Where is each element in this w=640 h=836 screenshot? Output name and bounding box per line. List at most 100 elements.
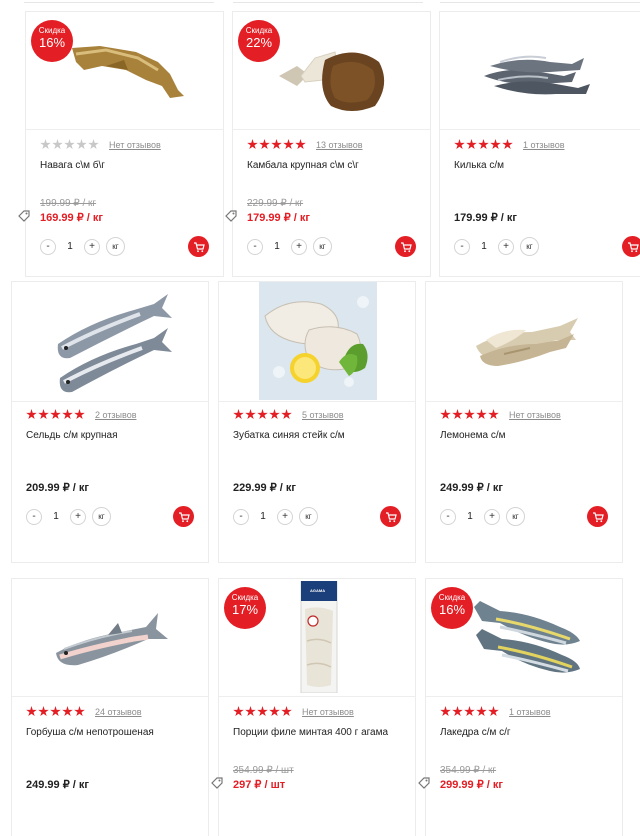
qty-plus-button[interactable]: + — [484, 508, 500, 525]
product-image[interactable] — [426, 282, 622, 402]
product-title[interactable]: Горбуша с/м непотрошеная — [26, 727, 154, 738]
product-photo-seld — [57, 294, 172, 393]
price: 299.99 ₽ / кг — [440, 779, 503, 791]
reviews-link[interactable]: Нет отзывов — [509, 410, 561, 420]
star-icon — [257, 706, 268, 717]
price: 209.99 ₽ / кг — [26, 482, 89, 494]
product-image[interactable]: Скидка 16% — [426, 579, 622, 697]
qty-minus-button[interactable]: - — [40, 238, 56, 255]
product-photo-mintay — [300, 581, 338, 693]
add-to-cart-button[interactable] — [622, 236, 640, 257]
product-title[interactable]: Зубатка синяя стейк с/м — [233, 430, 345, 441]
reviews-link[interactable]: 13 отзывов — [316, 140, 363, 150]
star-icon — [466, 139, 477, 150]
qty-minus-button[interactable]: - — [233, 508, 249, 525]
product-card[interactable]: 24 отзывов Горбуша с/м непотрошеная 249.… — [11, 578, 209, 836]
cart-icon — [592, 511, 604, 522]
unit-selector[interactable]: кг — [313, 237, 332, 256]
add-to-cart-button[interactable] — [380, 506, 401, 527]
qty-plus-button[interactable]: + — [84, 238, 100, 255]
reviews-link[interactable]: 1 отзывов — [523, 140, 565, 150]
reviews-link[interactable]: Нет отзывов — [109, 140, 161, 150]
star-icon — [259, 139, 270, 150]
unit-selector[interactable]: кг — [520, 237, 539, 256]
product-card[interactable]: Скидка 22% 13 отзывов Камбала крупная с\… — [225, 11, 431, 277]
cart-icon — [627, 241, 639, 252]
star-icon — [50, 409, 61, 420]
reviews-link[interactable]: Нет отзывов — [302, 707, 354, 717]
qty-value[interactable]: 1 — [249, 511, 277, 522]
product-title[interactable]: Навага с\м б\г — [40, 160, 105, 171]
qty-minus-button[interactable]: - — [247, 238, 263, 255]
product-card[interactable]: Скидка 16% Нет отзывов Навага с\м б\г 19… — [18, 11, 224, 277]
product-image[interactable]: Скидка 16% — [26, 12, 223, 130]
rating-stars: 1 отзывов — [454, 139, 565, 150]
star-icon — [295, 139, 306, 150]
add-to-cart-button[interactable] — [173, 506, 194, 527]
qty-value[interactable]: 1 — [42, 511, 70, 522]
product-title[interactable]: Лемонема с/м — [440, 430, 506, 441]
qty-value[interactable]: 1 — [470, 241, 498, 252]
product-photo-lemonema — [476, 318, 578, 366]
reviews-link[interactable]: 24 отзывов — [95, 707, 142, 717]
star-icon — [476, 409, 487, 420]
star-icon — [271, 139, 282, 150]
product-image[interactable] — [440, 12, 640, 130]
add-to-cart-button[interactable] — [587, 506, 608, 527]
star-icon — [488, 409, 499, 420]
star-icon — [452, 706, 463, 717]
qty-plus-button[interactable]: + — [291, 238, 307, 255]
star-icon — [476, 706, 487, 717]
product-title[interactable]: Камбала крупная с\м с\г — [247, 160, 359, 171]
star-icon — [64, 139, 75, 150]
qty-value[interactable]: 1 — [263, 241, 291, 252]
unit-selector[interactable]: кг — [299, 507, 318, 526]
qty-plus-button[interactable]: + — [277, 508, 293, 525]
product-card[interactable]: Скидка 16% 1 отзывов Лакедра с/м с/г 354… — [418, 578, 623, 836]
star-icon — [452, 409, 463, 420]
add-to-cart-button[interactable] — [188, 236, 209, 257]
product-image[interactable] — [12, 282, 208, 402]
product-image[interactable] — [12, 579, 208, 697]
product-card[interactable]: 5 отзывов Зубатка синяя стейк с/м 229.99… — [218, 281, 416, 563]
product-card[interactable]: 1 отзывов Килька с/м 179.99 ₽ / кг - 1 +… — [439, 11, 640, 277]
unit-selector[interactable]: кг — [106, 237, 125, 256]
qty-minus-button[interactable]: - — [440, 508, 456, 525]
star-icon — [478, 139, 489, 150]
qty-minus-button[interactable]: - — [454, 238, 470, 255]
product-card[interactable]: AGAMA Скидка 17% Нет отзывов Порции филе… — [211, 578, 416, 836]
product-image[interactable]: Скидка 22% — [233, 12, 430, 130]
star-icon — [440, 706, 451, 717]
product-photo-gorbusha — [56, 613, 168, 666]
product-title[interactable]: Килька с/м — [454, 160, 504, 171]
star-icon — [502, 139, 513, 150]
product-card[interactable]: Нет отзывов Лемонема с/м 249.99 ₽ / кг -… — [425, 281, 623, 563]
product-image[interactable] — [219, 282, 415, 402]
unit-selector[interactable]: кг — [92, 507, 111, 526]
qty-value[interactable]: 1 — [456, 511, 484, 522]
qty-plus-button[interactable]: + — [70, 508, 86, 525]
product-title[interactable]: Порции филе минтая 400 г агама — [233, 727, 388, 738]
product-title[interactable]: Лакедра с/м с/г — [440, 727, 511, 738]
unit-selector[interactable]: кг — [506, 507, 525, 526]
product-image[interactable]: AGAMA Скидка 17% — [219, 579, 415, 697]
quantity-stepper: - 1 + кг — [454, 237, 539, 256]
star-icon — [281, 706, 292, 717]
qty-value[interactable]: 1 — [56, 241, 84, 252]
old-price: 354.99 ₽ / шт — [233, 765, 294, 776]
qty-plus-button[interactable]: + — [498, 238, 514, 255]
quantity-stepper: - 1 + кг — [26, 507, 111, 526]
qty-minus-button[interactable]: - — [26, 508, 42, 525]
product-card[interactable]: 2 отзывов Сельдь с/м крупная 209.99 ₽ / … — [11, 281, 209, 563]
reviews-link[interactable]: 2 отзывов — [95, 410, 137, 420]
star-icon — [245, 706, 256, 717]
add-to-cart-button[interactable] — [395, 236, 416, 257]
reviews-link[interactable]: 1 отзывов — [509, 707, 551, 717]
star-icon — [74, 706, 85, 717]
product-photo-lakedra — [474, 601, 580, 673]
reviews-link[interactable]: 5 отзывов — [302, 410, 344, 420]
price: 297 ₽ / шт — [233, 779, 286, 791]
product-title[interactable]: Сельдь с/м крупная — [26, 430, 118, 441]
rating-stars: 24 отзывов — [26, 706, 142, 717]
star-icon — [464, 706, 475, 717]
